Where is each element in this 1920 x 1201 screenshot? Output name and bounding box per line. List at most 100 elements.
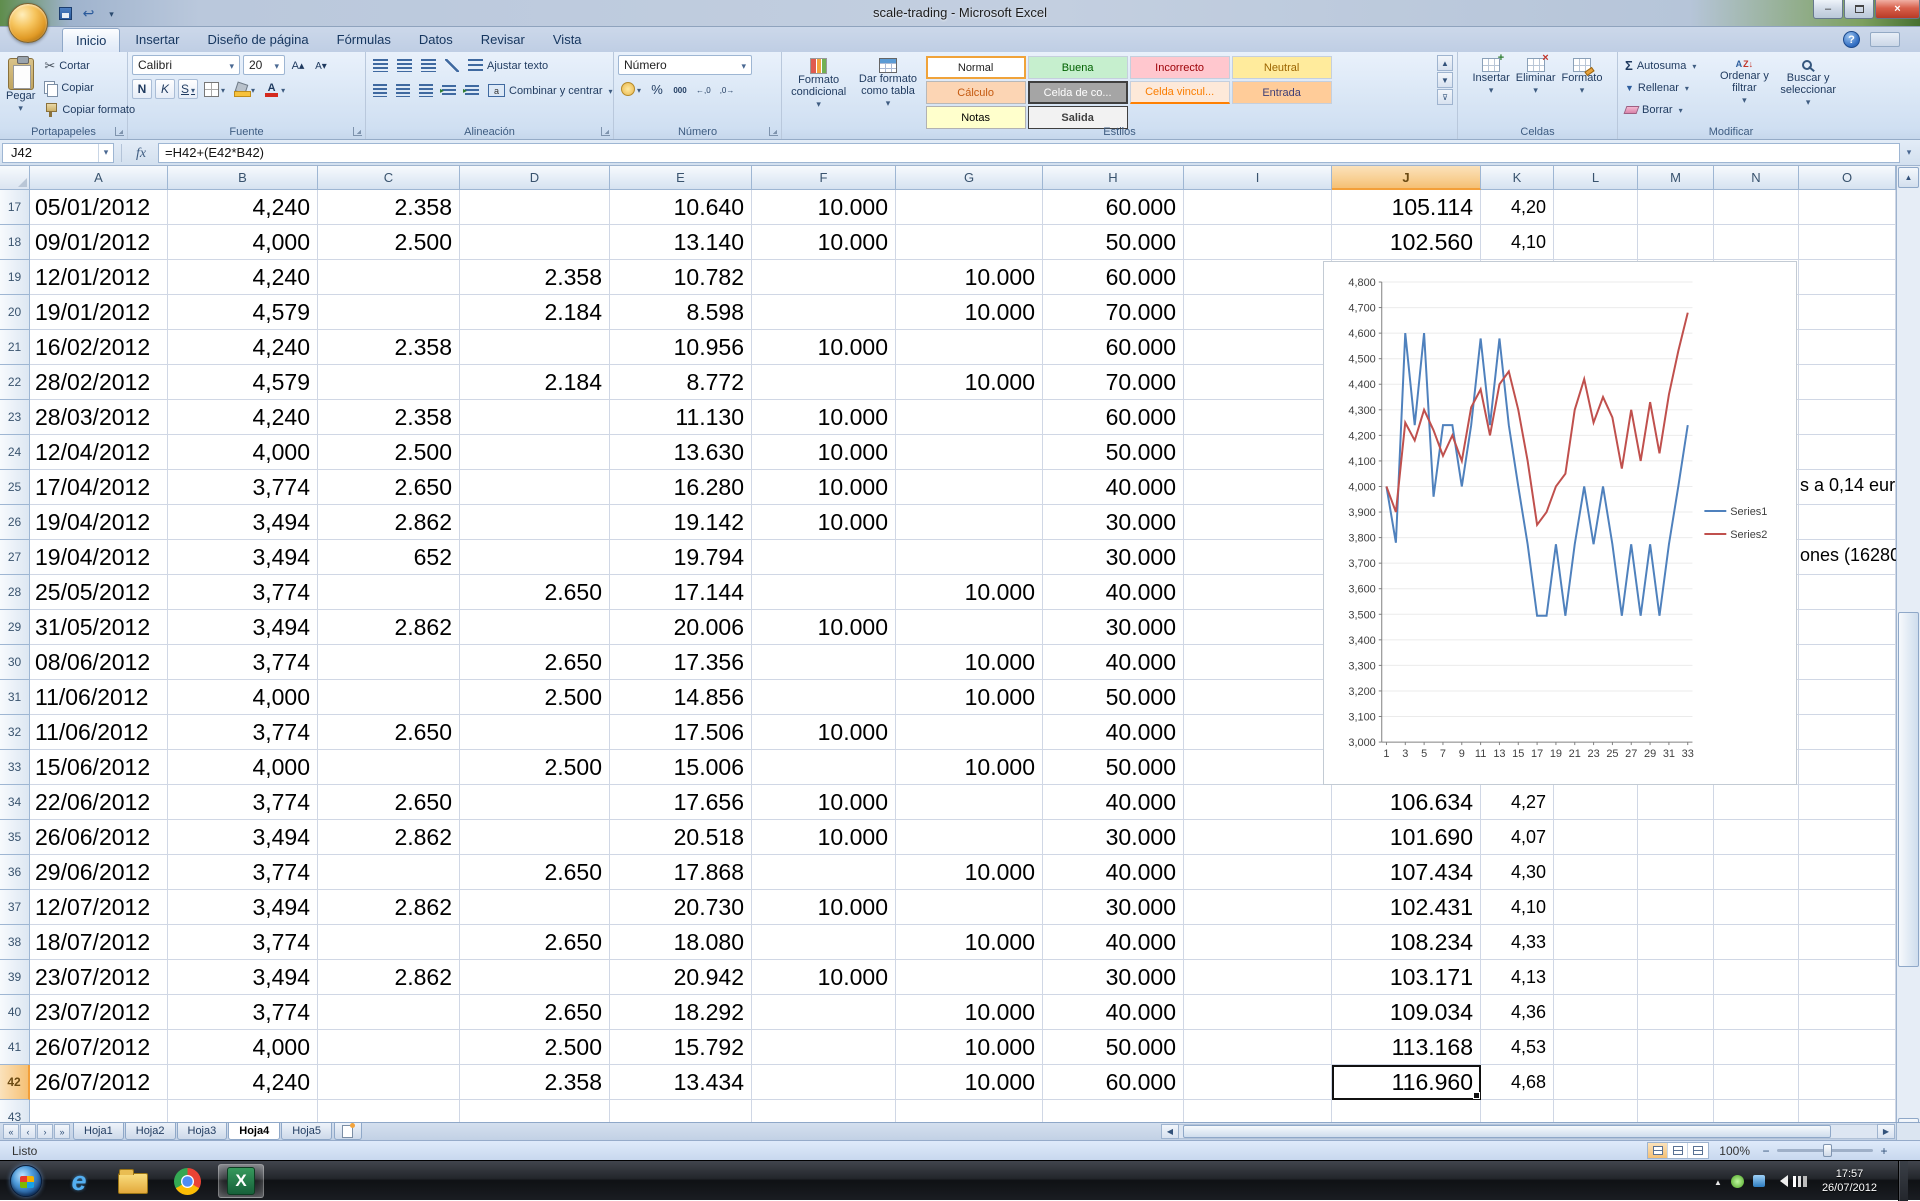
gallery-up-icon[interactable]: ▲ xyxy=(1437,55,1453,71)
cell-L35[interactable] xyxy=(1554,820,1638,855)
cell-A26[interactable]: 19/04/2012 xyxy=(30,505,168,540)
gallery-down-icon[interactable]: ▼ xyxy=(1437,72,1453,88)
font-name-select[interactable]: Calibri xyxy=(132,55,240,75)
cell-A36[interactable]: 29/06/2012 xyxy=(30,855,168,890)
internet-explorer-taskbar-button[interactable] xyxy=(56,1164,102,1198)
cell-C26[interactable]: 2.862 xyxy=(318,505,460,540)
cell-K36[interactable]: 4,30 xyxy=(1481,855,1554,890)
cell-J37[interactable]: 102.431 xyxy=(1332,890,1481,925)
cell-J39[interactable]: 103.171 xyxy=(1332,960,1481,995)
cell-E43[interactable] xyxy=(610,1100,752,1122)
office-button[interactable] xyxy=(8,3,48,43)
sort-filter-button[interactable]: Ordenar y filtrar xyxy=(1715,55,1773,122)
tray-icon[interactable] xyxy=(1731,1175,1744,1188)
fill-button[interactable]: Rellenar xyxy=(1622,77,1712,98)
formula-bar-expand-icon[interactable] xyxy=(1900,143,1918,163)
cell-N43[interactable] xyxy=(1714,1100,1799,1122)
cell-C24[interactable]: 2.500 xyxy=(318,435,460,470)
row-header-37[interactable]: 37 xyxy=(0,890,30,925)
grow-font-button[interactable] xyxy=(288,55,308,75)
row-header-20[interactable]: 20 xyxy=(0,295,30,330)
row-header-36[interactable]: 36 xyxy=(0,855,30,890)
row-header-22[interactable]: 22 xyxy=(0,365,30,400)
cell-F24[interactable]: 10.000 xyxy=(752,435,896,470)
next-sheet-icon[interactable]: › xyxy=(37,1124,53,1139)
cell-F19[interactable] xyxy=(752,260,896,295)
cell-B24[interactable]: 4,000 xyxy=(168,435,318,470)
cell-O28[interactable] xyxy=(1799,575,1896,610)
cell-C40[interactable] xyxy=(318,995,460,1030)
cell-E20[interactable]: 8.598 xyxy=(610,295,752,330)
cell-A17[interactable]: 05/01/2012 xyxy=(30,190,168,225)
cell-G42[interactable]: 10.000 xyxy=(896,1065,1043,1100)
underline-button[interactable]: S xyxy=(178,79,198,99)
horizontal-scrollbar[interactable]: ◀ ▶ xyxy=(1160,1123,1896,1140)
cell-N35[interactable] xyxy=(1714,820,1799,855)
cell-D43[interactable] xyxy=(460,1100,610,1122)
cell-O18[interactable] xyxy=(1799,225,1896,260)
ribbon-tab-datos[interactable]: Datos xyxy=(406,28,466,52)
cell-H23[interactable]: 60.000 xyxy=(1043,400,1184,435)
scroll-up-icon[interactable] xyxy=(1898,167,1919,188)
cell-E37[interactable]: 20.730 xyxy=(610,890,752,925)
autosum-button[interactable]: Autosuma xyxy=(1622,55,1712,76)
cell-I19[interactable] xyxy=(1184,260,1332,295)
cell-K43[interactable] xyxy=(1481,1100,1554,1122)
cell-B21[interactable]: 4,240 xyxy=(168,330,318,365)
cell-style-linked[interactable]: Celda vincul... xyxy=(1130,81,1230,104)
cell-F40[interactable] xyxy=(752,995,896,1030)
cell-A35[interactable]: 26/06/2012 xyxy=(30,820,168,855)
ribbon-tab-insertar[interactable]: Insertar xyxy=(122,28,192,52)
column-header-J[interactable]: J xyxy=(1332,166,1481,190)
cell-D26[interactable] xyxy=(460,505,610,540)
cell-A25[interactable]: 17/04/2012 xyxy=(30,470,168,505)
cell-G20[interactable]: 10.000 xyxy=(896,295,1043,330)
cell-M36[interactable] xyxy=(1638,855,1714,890)
cell-I26[interactable] xyxy=(1184,505,1332,540)
cell-E28[interactable]: 17.144 xyxy=(610,575,752,610)
cell-C34[interactable]: 2.650 xyxy=(318,785,460,820)
cell-C23[interactable]: 2.358 xyxy=(318,400,460,435)
alignment-dialog-launcher[interactable] xyxy=(601,127,610,136)
cell-F34[interactable]: 10.000 xyxy=(752,785,896,820)
cell-I39[interactable] xyxy=(1184,960,1332,995)
cell-L40[interactable] xyxy=(1554,995,1638,1030)
cell-F38[interactable] xyxy=(752,925,896,960)
comma-style-button[interactable] xyxy=(670,79,690,99)
save-button[interactable] xyxy=(56,4,75,22)
cell-I38[interactable] xyxy=(1184,925,1332,960)
row-header-23[interactable]: 23 xyxy=(0,400,30,435)
cell-C21[interactable]: 2.358 xyxy=(318,330,460,365)
cell-M39[interactable] xyxy=(1638,960,1714,995)
cell-B40[interactable]: 3,774 xyxy=(168,995,318,1030)
italic-button[interactable]: K xyxy=(155,79,175,99)
cell-C43[interactable] xyxy=(318,1100,460,1122)
row-header-30[interactable]: 30 xyxy=(0,645,30,680)
row-header-28[interactable]: 28 xyxy=(0,575,30,610)
cell-E33[interactable]: 15.006 xyxy=(610,750,752,785)
cell-F43[interactable] xyxy=(752,1100,896,1122)
row-header-41[interactable]: 41 xyxy=(0,1030,30,1065)
cell-I41[interactable] xyxy=(1184,1030,1332,1065)
row-header-42[interactable]: 42 xyxy=(0,1065,30,1100)
column-header-D[interactable]: D xyxy=(460,166,610,190)
cell-J43[interactable] xyxy=(1332,1100,1481,1122)
cell-H22[interactable]: 70.000 xyxy=(1043,365,1184,400)
cell-G26[interactable] xyxy=(896,505,1043,540)
cell-F18[interactable]: 10.000 xyxy=(752,225,896,260)
cell-M17[interactable] xyxy=(1638,190,1714,225)
cell-C25[interactable]: 2.650 xyxy=(318,470,460,505)
cell-H33[interactable]: 50.000 xyxy=(1043,750,1184,785)
cell-F30[interactable] xyxy=(752,645,896,680)
row-header-29[interactable]: 29 xyxy=(0,610,30,645)
cell-O26[interactable] xyxy=(1799,505,1896,540)
zoom-level[interactable]: 100% xyxy=(1719,1144,1750,1158)
cell-I27[interactable] xyxy=(1184,540,1332,575)
cell-G39[interactable] xyxy=(896,960,1043,995)
zoom-track[interactable] xyxy=(1777,1149,1873,1152)
format-painter-button[interactable]: Copiar formato xyxy=(41,99,138,120)
row-header-21[interactable]: 21 xyxy=(0,330,30,365)
cell-L43[interactable] xyxy=(1554,1100,1638,1122)
scroll-left-icon[interactable]: ◀ xyxy=(1161,1124,1179,1139)
row-header-17[interactable]: 17 xyxy=(0,190,30,225)
